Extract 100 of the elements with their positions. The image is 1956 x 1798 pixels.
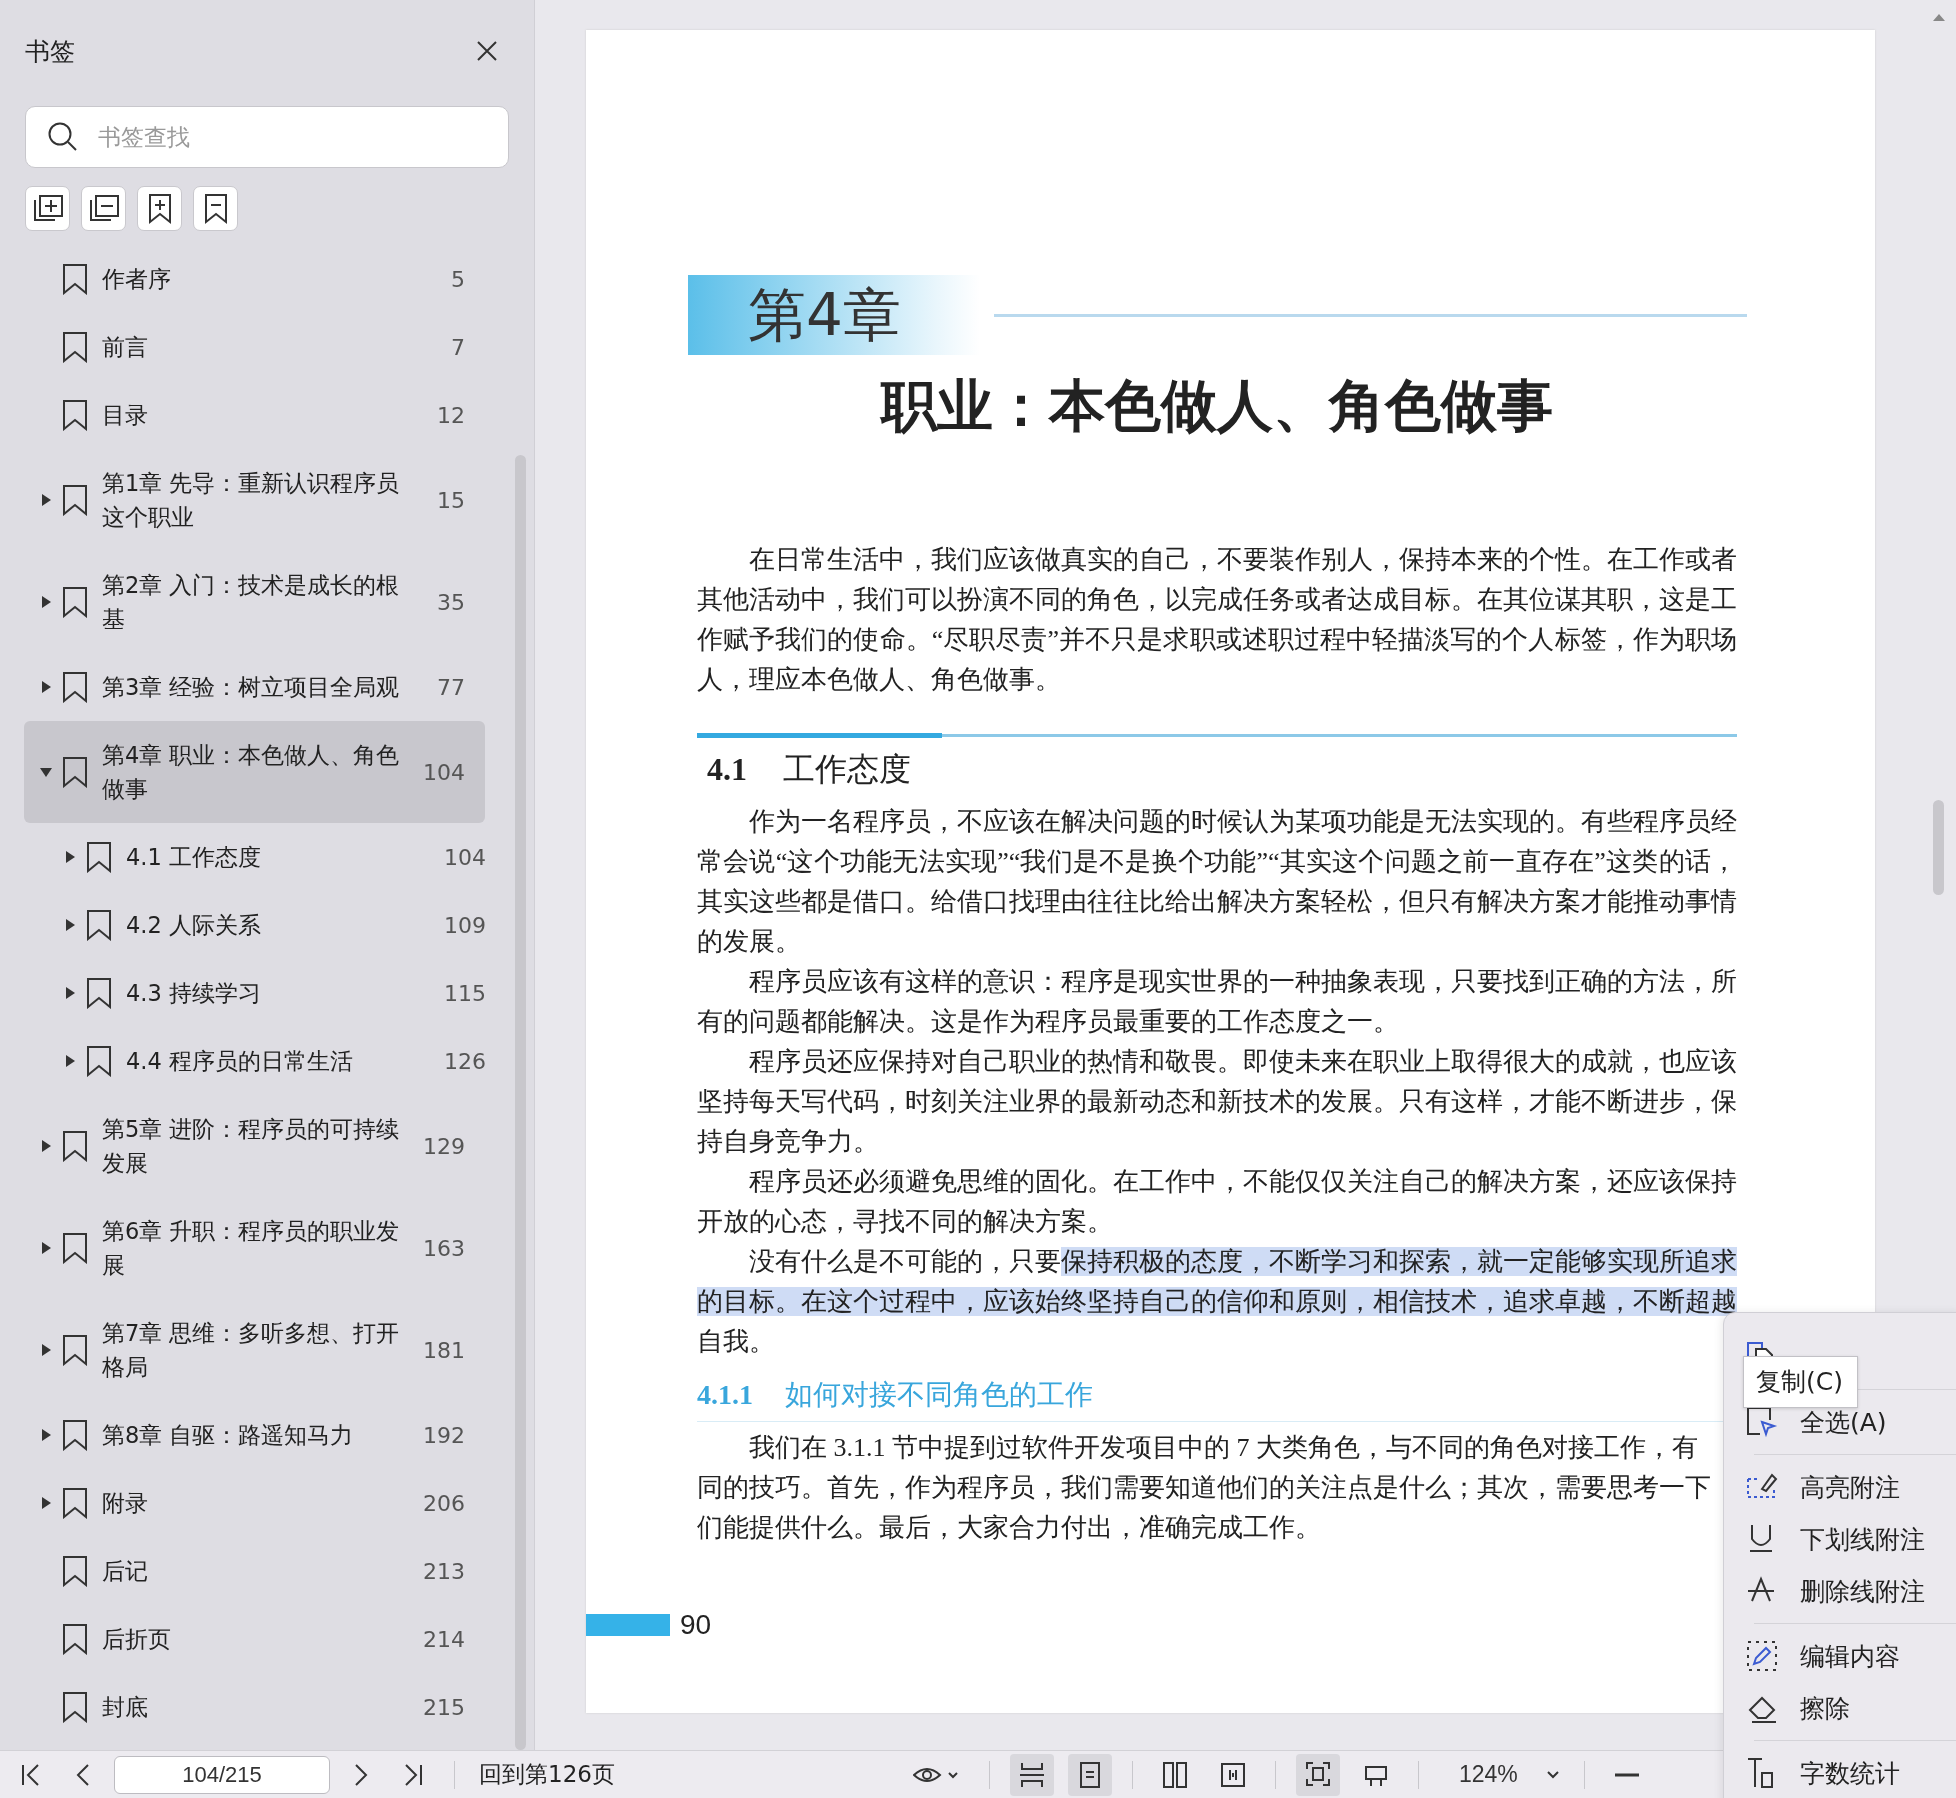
bookmark-title: 4.3 持续学习 xyxy=(126,979,262,1008)
bookmark-item[interactable]: 第2章 入门：技术是成长的根基 35 xyxy=(24,551,485,653)
bookmark-item[interactable]: 后折页 214 xyxy=(24,1605,485,1673)
tooltip: 复制(C) xyxy=(1743,1356,1858,1408)
close-icon xyxy=(476,40,498,62)
bookmark-item[interactable]: 前言 7 xyxy=(24,313,485,381)
page-number: 126 xyxy=(444,1048,486,1074)
bookmark-title: 后记 xyxy=(102,1557,149,1586)
scroll-up-icon[interactable] xyxy=(1932,12,1946,22)
expand-triangle-icon[interactable] xyxy=(40,681,52,693)
bookmark-title: 后折页 xyxy=(102,1625,172,1654)
expand-triangle-icon[interactable] xyxy=(40,1344,52,1356)
bookmark-icon xyxy=(62,1691,88,1723)
remove-bookmark-button[interactable] xyxy=(193,186,238,231)
bookmark-item[interactable]: 4.1 工作态度 104 xyxy=(24,823,485,891)
page-number: 104 xyxy=(444,844,486,870)
bookmark-item[interactable]: 第1章 先导：重新认识程序员这个职业 15 xyxy=(24,449,485,551)
bookmark-title: 第8章 自驱：路遥知马力 xyxy=(102,1421,355,1450)
bookmark-icon xyxy=(86,1045,112,1077)
bookmark-item[interactable]: 作者序 5 xyxy=(24,245,485,313)
expand-triangle-icon[interactable] xyxy=(64,987,76,999)
bookmark-title: 4.4 程序员的日常生活 xyxy=(126,1047,354,1076)
bookmark-icon xyxy=(62,586,88,618)
bookmark-icon xyxy=(62,331,88,363)
edit-icon xyxy=(1746,1640,1778,1672)
page-layout-button[interactable] xyxy=(1009,1753,1054,1796)
bookmark-icon xyxy=(62,484,88,516)
menu-item-label[interactable]: 编辑内容 xyxy=(1800,1639,1900,1673)
return-page-button[interactable]: 回到第126页 xyxy=(475,1755,619,1794)
page-number: 206 xyxy=(423,1490,465,1516)
page-number: 109 xyxy=(444,912,486,938)
bookmark-icon xyxy=(62,756,88,788)
search-field[interactable]: 书签查找 xyxy=(25,106,509,168)
expand-triangle-icon[interactable] xyxy=(40,766,52,778)
scrollbar-thumb[interactable] xyxy=(515,455,526,1750)
bookmark-icon xyxy=(86,841,112,873)
menu-item-label[interactable]: 删除线附注 xyxy=(1800,1574,1925,1608)
bookmark-item[interactable]: 目录 12 xyxy=(24,381,485,449)
page-number: 7 xyxy=(451,334,465,360)
bookmark-icon xyxy=(62,1419,88,1451)
page-layout-button[interactable] xyxy=(1295,1753,1340,1796)
bookmark-icon xyxy=(62,399,88,431)
menu-item-label[interactable]: 擦除 xyxy=(1800,1691,1850,1725)
expand-triangle-icon[interactable] xyxy=(64,1055,76,1067)
caret-down-icon xyxy=(1545,1769,1560,1780)
minus-icon xyxy=(1614,1772,1639,1777)
paragraph: 程序员应该有这样的意识：程序是现实世界的一种抽象表现，只要找到正确的方法，所有的问题都能解决。这是作为程序员最重要的工作态度之一。 xyxy=(697,966,1737,1038)
bookmark-item[interactable]: 第8章 自驱：路遥知马力 192 xyxy=(24,1401,485,1469)
expand-triangle-icon[interactable] xyxy=(64,919,76,931)
menu-item-label[interactable]: 高亮附注 xyxy=(1800,1470,1900,1504)
two-page-icon xyxy=(1161,1760,1188,1789)
bookmark-item[interactable]: 第6章 升职：程序员的职业发展 163 xyxy=(24,1197,485,1299)
bookmark-item[interactable]: 4.3 持续学习 115 xyxy=(24,959,485,1027)
expand-triangle-icon[interactable] xyxy=(40,1140,52,1152)
expand-triangle-icon[interactable] xyxy=(40,596,52,608)
continuous-scroll-icon xyxy=(1018,1760,1045,1789)
add-bookmark-button[interactable] xyxy=(137,186,182,231)
bookmark-item[interactable]: 封底 215 xyxy=(24,1673,485,1741)
bookmark-title: 第6章 升职：程序员的职业发展 xyxy=(102,1217,401,1280)
expand-triangle-icon[interactable] xyxy=(40,1497,52,1509)
menu-item-label[interactable]: 下划线附注 xyxy=(1800,1522,1925,1556)
bookmark-icon xyxy=(62,1487,88,1519)
bookmark-item[interactable]: 第4章 职业：本色做人、角色做事 104 xyxy=(24,721,485,823)
bookmark-icon xyxy=(62,263,88,295)
expand-all-button[interactable] xyxy=(25,186,70,231)
menu-item-label[interactable]: 字数统计 xyxy=(1800,1756,1900,1790)
bookmark-item[interactable]: 附录 206 xyxy=(24,1469,485,1537)
bookmark-item[interactable]: 第5章 进阶：程序员的可持续发展 129 xyxy=(24,1095,485,1197)
fit-page-icon xyxy=(1304,1760,1331,1789)
scrollbar-thumb[interactable] xyxy=(1933,800,1944,895)
expand-triangle-icon[interactable] xyxy=(64,851,76,863)
bookmark-title: 目录 xyxy=(102,401,149,430)
page-number: 35 xyxy=(437,589,465,615)
chevron-left-icon xyxy=(76,1762,90,1787)
paragraph: 程序员还必须避免思维的固化。在工作中，不能仅仅关注自己的解决方案，还应该保持开放的心态，寻找不同的解决方案。 xyxy=(697,1166,1737,1238)
page-number: 215 xyxy=(423,1694,465,1720)
page-number: 15 xyxy=(437,487,465,513)
zoom-dropdown[interactable]: 124% xyxy=(1448,1757,1528,1792)
menu-item-label[interactable]: 全选(A) xyxy=(1800,1405,1887,1439)
bookmark-item[interactable]: 第3章 经验：树立项目全局观 77 xyxy=(24,653,485,721)
bookmark-item[interactable]: 4.4 程序员的日常生活 126 xyxy=(24,1027,485,1095)
paragraph: 程序员还应保持对自己职业的热情和敬畏。即使未来在职业上取得很大的成就，也应该坚持每天写代码，时刻关注业界的最新动态和新技术的发展。只有这样，才能不断进步，保持自身竞争力。 xyxy=(697,1046,1737,1158)
bookmark-icon xyxy=(86,977,112,1009)
expand-triangle-icon[interactable] xyxy=(40,1242,52,1254)
bookmark-title: 4.1 工作态度 xyxy=(126,843,262,872)
bookmark-item[interactable]: 第7章 思维：多听多想、打开格局 181 xyxy=(24,1299,485,1401)
page-layout-button[interactable] xyxy=(1067,1753,1112,1796)
expand-triangle-icon[interactable] xyxy=(40,1429,52,1441)
select-all-icon xyxy=(1746,1406,1778,1438)
bookmark-title: 前言 xyxy=(102,333,149,362)
bookmark-item[interactable]: 4.2 人际关系 109 xyxy=(24,891,485,959)
bookmark-title: 第3章 经验：树立项目全局观 xyxy=(102,673,401,702)
page-number-field[interactable]: 104/215 xyxy=(114,1755,330,1794)
expand-triangle-icon[interactable] xyxy=(40,494,52,506)
collapse-all-button[interactable] xyxy=(81,186,126,231)
bookmark-item[interactable]: 后记 213 xyxy=(24,1537,485,1605)
bookmark-title: 第5章 进阶：程序员的可持续发展 xyxy=(102,1115,401,1178)
page-number: 181 xyxy=(423,1337,465,1363)
bookmark-icon xyxy=(86,909,112,941)
paragraph: 在日常生活中，我们应该做真实的自己，不要装作别人，保持本来的个性。在工作或者其他活动中，我们可以扮演不同的角色，以完成任务或者达成目标。在其位谋其职，这是工作赋予我们的使命。“尽职尽责”并不只是求职或述职过程中轻描淡写的个人标签，作为职场人，理应本色做人、角色做事。 xyxy=(697,544,1737,696)
